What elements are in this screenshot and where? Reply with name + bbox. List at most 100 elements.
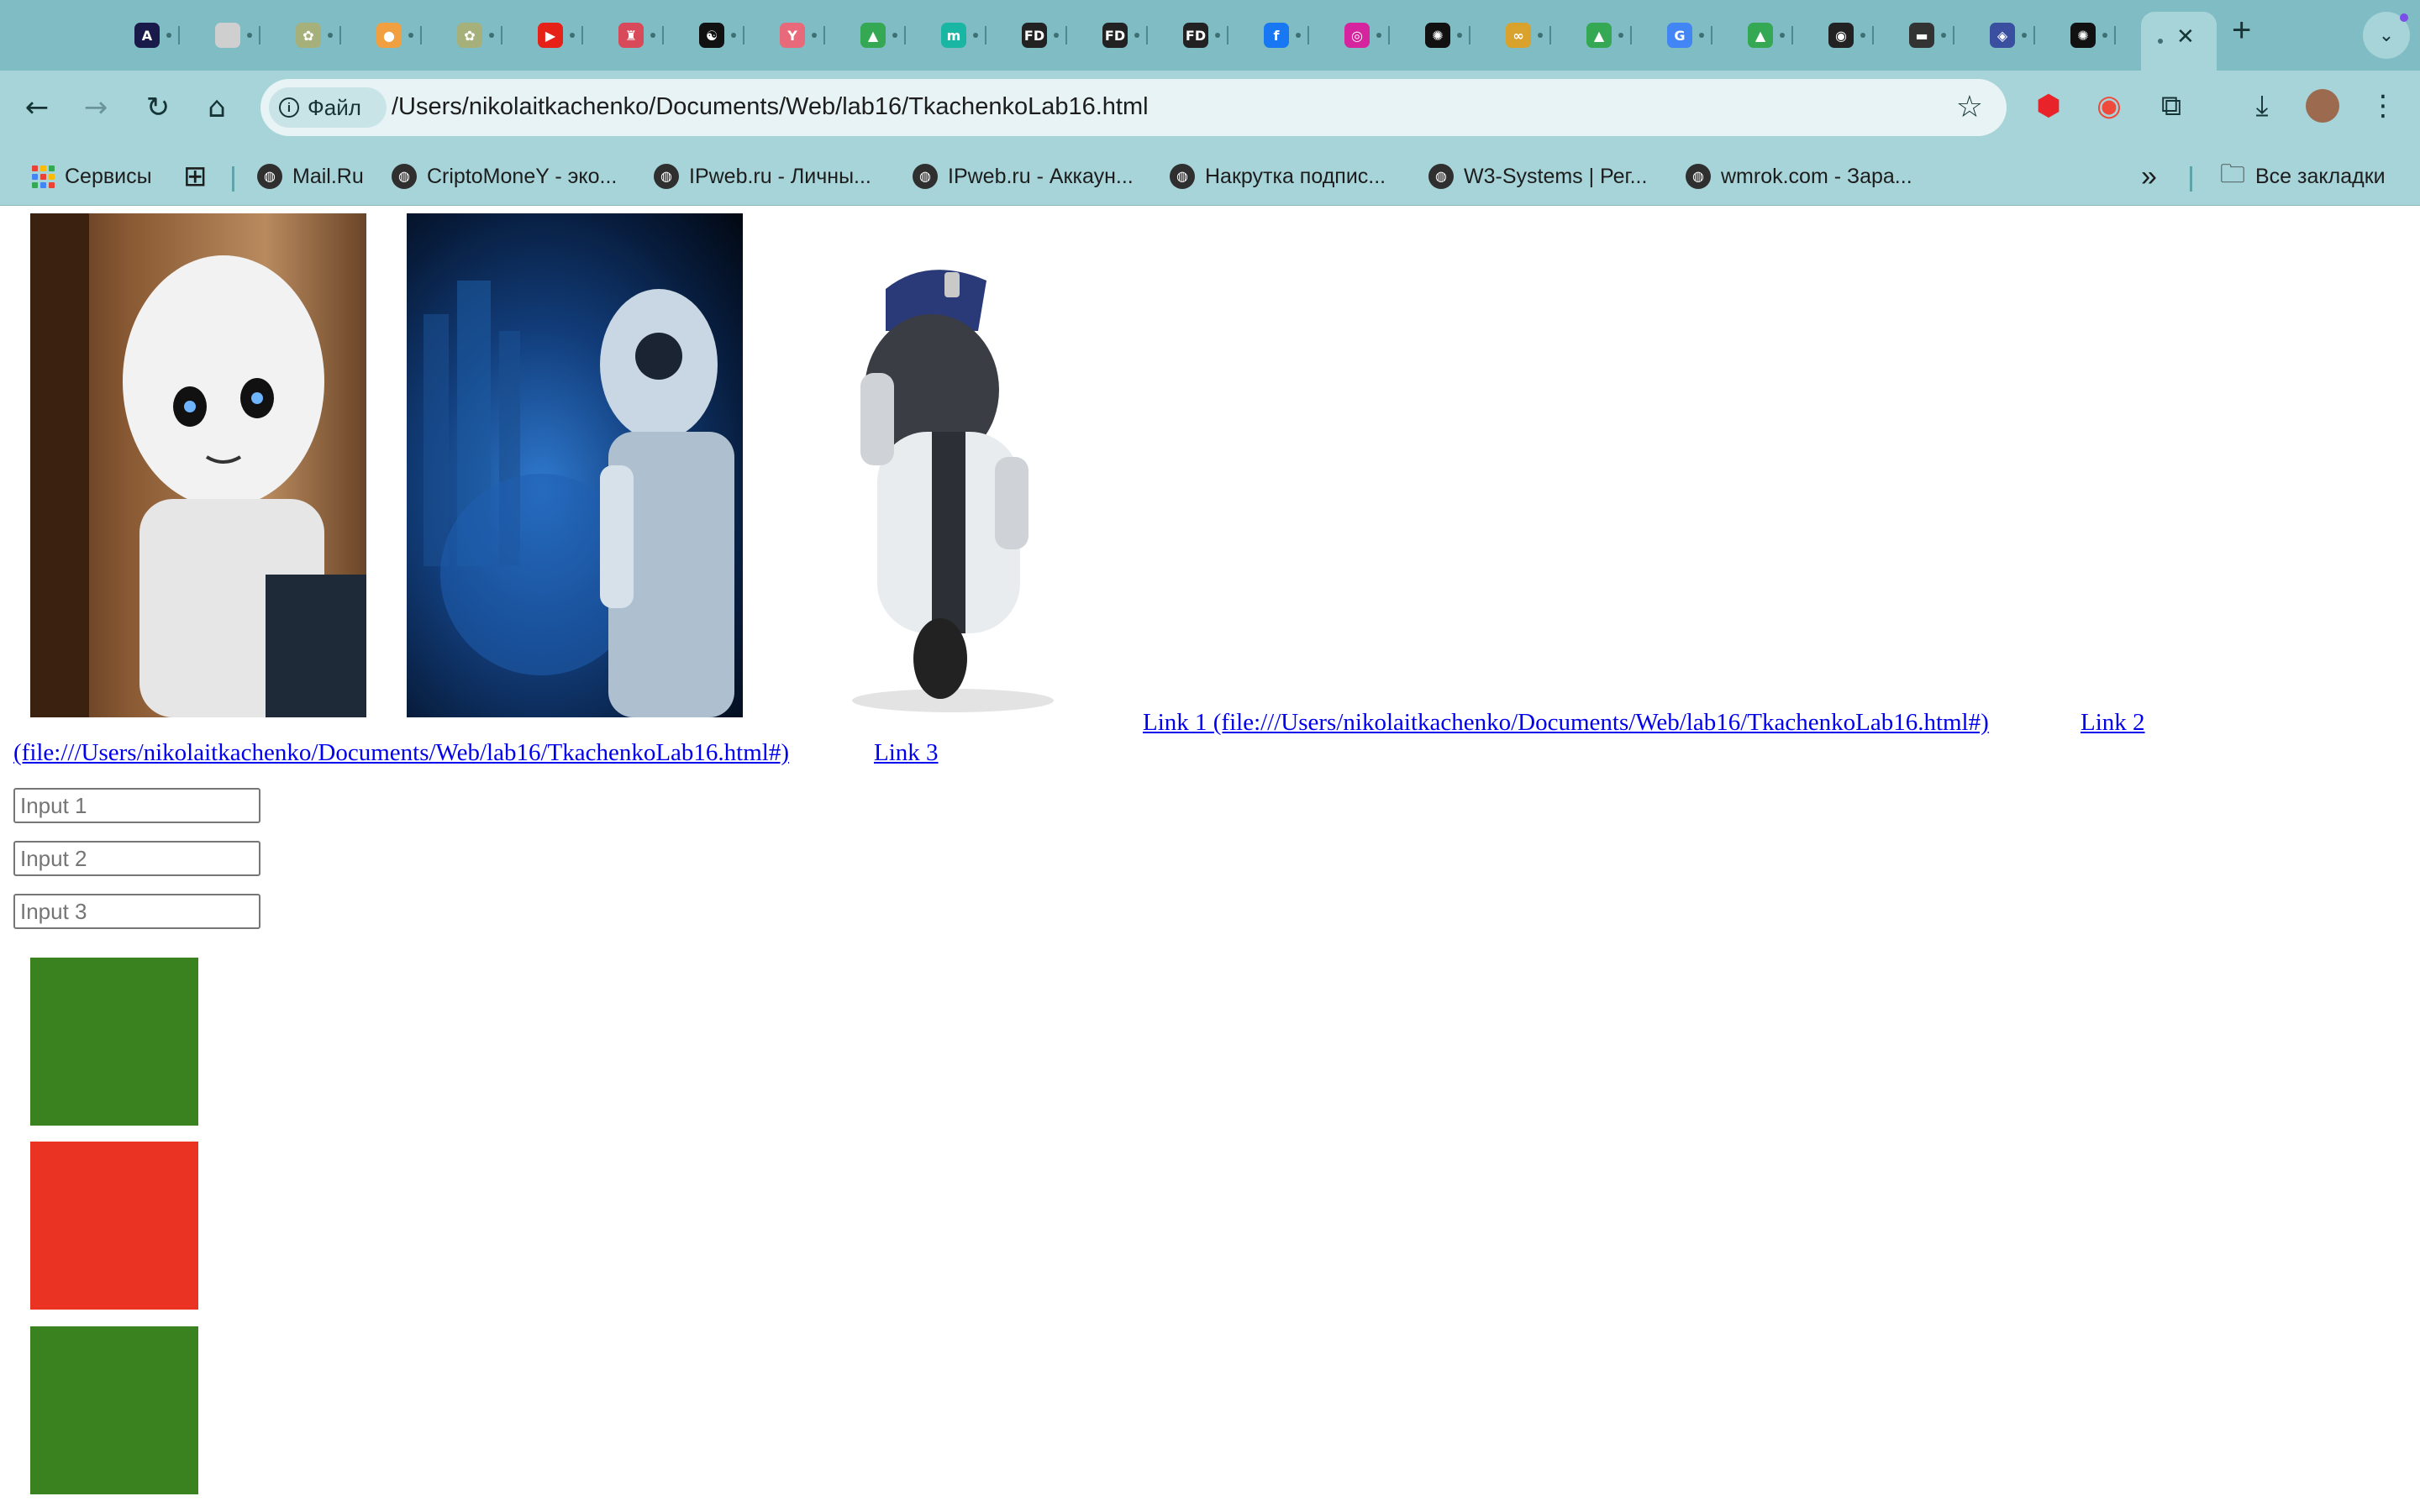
bookmark-item[interactable]: ◍ W3-Systems | Рег... [1428,160,1647,193]
bookmark-item[interactable]: ◍ IPweb.ru - Личны... [654,160,871,193]
input-2[interactable] [13,841,260,876]
puzzle-icon[interactable]: ⧉ [2154,89,2188,123]
browser-tab[interactable]: ▲ [860,18,926,52]
tab-separator [1146,26,1148,45]
link-2[interactable]: Link 2 [2081,709,2145,737]
site-info-chip[interactable]: i Файл [269,87,387,128]
bookmark-item[interactable]: ◍ Mail.Ru [257,160,364,193]
browser-tab[interactable]: G [1667,18,1733,52]
browser-tab[interactable]: ◎ [1344,18,1410,52]
browser-tab[interactable]: Y [780,18,845,52]
bookmark-label: Mail.Ru [292,164,364,188]
emblem-icon: ◈ [1990,23,2015,48]
tab-audio-dot [1538,33,1543,38]
folder-icon: 🗀 [2220,160,2245,188]
bookmark-label: W3-Systems | Рег... [1464,164,1648,188]
browser-tab[interactable]: ▬ [1909,18,1975,52]
tab-audio-dot [2022,33,2027,38]
record-icon[interactable]: ◉ [2092,89,2126,123]
tab-audio-dot [2102,33,2107,38]
green-square [30,958,198,1126]
browser-tab[interactable]: ✺ [2070,18,2136,52]
browser-tab[interactable]: ▶ [538,18,603,52]
apps-grid-icon [32,165,55,188]
tab-groups-icon[interactable]: ⊞ [183,160,208,193]
link-3[interactable]: Link 3 [874,739,939,767]
instagram-icon: ◎ [1344,23,1370,48]
robot-photo-3 [785,213,1121,717]
drive-icon: ▲ [1748,23,1773,48]
forward-button[interactable]: → [76,87,116,128]
browser-tab[interactable] [215,18,281,52]
url-text[interactable]: /Users/nikolaitkachenko/Documents/Web/la… [392,93,1149,121]
browser-tab[interactable]: ● [376,18,442,52]
tab-separator [662,26,664,45]
browser-tab[interactable]: ✿ [296,18,361,52]
active-tab[interactable]: ✕ [2141,12,2217,71]
robot-icon [30,213,366,717]
tab-separator [1065,26,1067,45]
fd-icon: FD [1102,23,1128,48]
tab-separator [1630,26,1632,45]
tab-audio-dot [1296,33,1301,38]
download-icon[interactable]: ⤓ [2245,89,2279,123]
tab-separator [1791,26,1793,45]
address-bar[interactable]: i Файл /Users/nikolaitkachenko/Documents… [260,79,2007,136]
tab-audio-dot [650,33,655,38]
new-tab-button[interactable]: + [2232,12,2251,50]
reload-button[interactable]: ↻ [138,87,178,128]
close-tab-icon[interactable]: ✕ [2176,24,2195,50]
browser-tab[interactable]: ✿ [457,18,523,52]
coin-icon: ◍ [392,164,417,189]
bookmark-item[interactable]: ◍ IPweb.ru - Аккаун... [913,160,1134,193]
bookmark-item[interactable]: ◍ Накрутка подпис... [1170,160,1386,193]
back-button[interactable]: ← [17,87,57,128]
browser-tab[interactable]: ☯ [699,18,765,52]
browser-tab[interactable]: ♜ [618,18,684,52]
browser-tab[interactable]: ∞ [1506,18,1571,52]
bookmarks-overflow-button[interactable]: » [2141,160,2157,193]
browser-tab[interactable]: A [134,18,200,52]
tab-audio-dot [1699,33,1704,38]
browser-tab[interactable]: FD [1183,18,1249,52]
chart-icon: ◍ [1428,164,1454,189]
globe-icon: ◍ [257,164,282,189]
browser-tab[interactable]: ◈ [1990,18,2055,52]
bookmark-item[interactable]: ◍ CriptoMoneY - эко... [392,160,617,193]
tab-separator [1227,26,1228,45]
avatar[interactable] [2306,89,2339,123]
star-icon[interactable]: ☆ [1956,89,1983,124]
browser-tab[interactable]: ▲ [1586,18,1652,52]
tab-audio-dot [1618,33,1623,38]
github-icon: ◉ [1828,23,1854,48]
apps-button[interactable]: Сервисы [32,160,152,193]
browser-tab[interactable]: ◉ [1828,18,1894,52]
input-1[interactable] [13,788,260,823]
input-3[interactable] [13,894,260,929]
tab-audio-dot [247,33,252,38]
tab-audio-dot [570,33,575,38]
robot-icon [424,281,734,717]
browser-tab[interactable]: ✺ [1425,18,1491,52]
browser-tab[interactable]: FD [1102,18,1168,52]
browser-tab[interactable]: f [1264,18,1329,52]
tab-audio-dot [731,33,736,38]
link-2-continued[interactable]: (file:///Users/nikolaitkachenko/Document… [13,739,789,767]
browser-tab[interactable]: m [941,18,1007,52]
browser-tab[interactable]: ▲ [1748,18,1813,52]
tab-audio-dot [1457,33,1462,38]
tab-separator [985,26,986,45]
browser-tab[interactable]: FD [1022,18,1087,52]
link-1[interactable]: Link 1 (file:///Users/nikolaitkachenko/D… [1143,709,1989,737]
tab-separator [743,26,744,45]
tab-audio-dot [892,33,897,38]
kebab-menu-icon[interactable]: ⋮ [2366,89,2400,123]
tab-separator [581,26,583,45]
home-button[interactable]: ⌂ [197,87,237,128]
all-bookmarks-button[interactable]: 🗀 Все закладки [2220,160,2386,193]
tab-search-button[interactable]: ⌄ [2363,12,2410,59]
tab-separator [2114,26,2116,45]
bookmark-label: Накрутка подпис... [1205,164,1386,188]
ublock-icon[interactable]: ⬢ [2032,89,2065,123]
bookmark-item[interactable]: ◍ wmrok.com - Зара... [1686,160,1912,193]
